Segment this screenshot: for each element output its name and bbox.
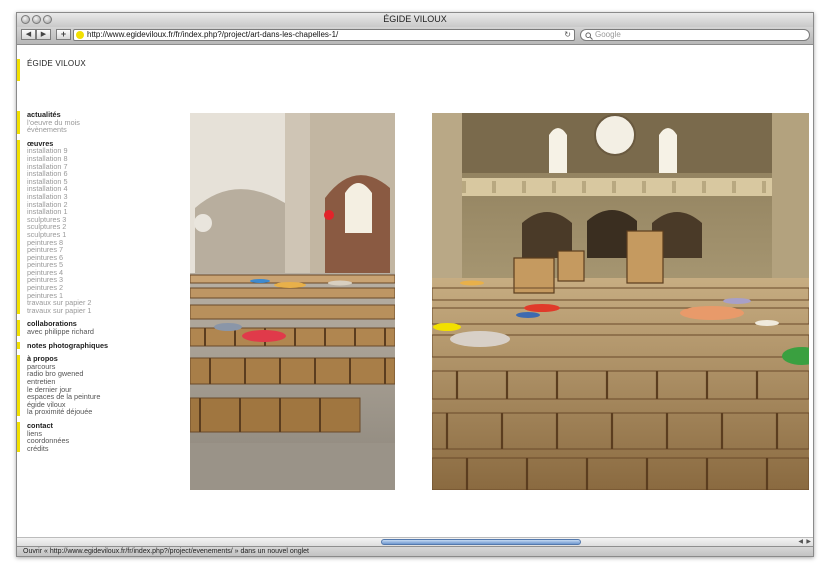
artwork-photo-wide-image xyxy=(432,113,809,490)
artwork-photo-side-image xyxy=(190,113,395,490)
nav-link[interactable]: travaux sur papier 1 xyxy=(27,307,177,315)
plus-icon: + xyxy=(60,29,67,39)
forward-button[interactable]: ▶ xyxy=(36,29,51,40)
address-url[interactable]: http://www.egideviloux.fr/fr/index.php?/… xyxy=(87,30,338,40)
scrollbar-thumb[interactable] xyxy=(381,539,581,545)
brand-accent-bar xyxy=(17,59,20,81)
nav-group: contact liens coordonnées crédits xyxy=(17,421,177,453)
nav-link[interactable]: évènements xyxy=(27,126,177,134)
nav-group: collaborations avec philippe richard xyxy=(17,320,177,336)
forward-arrow-icon: ▶ xyxy=(40,31,47,38)
window-title: ÉGIDE VILOUX xyxy=(383,14,447,24)
title-bar[interactable]: ÉGIDE VILOUX xyxy=(17,13,813,28)
artwork-photo-side[interactable] xyxy=(190,113,395,490)
status-text: Ouvrir « http://www.egideviloux.fr/fr/in… xyxy=(23,548,309,555)
scroll-right-icon[interactable]: ▶ xyxy=(806,538,811,545)
nav-group: à propos parcours radio bro gwened entretie… xyxy=(17,355,177,416)
nav-link[interactable]: avec philippe richard xyxy=(27,328,177,336)
artwork-photo-wide[interactable] xyxy=(432,113,809,490)
nav-accent-bar xyxy=(17,421,20,453)
nav-link[interactable]: crédits xyxy=(27,445,177,453)
nav-link[interactable]: coordonnées xyxy=(27,437,177,445)
reload-icon[interactable]: ↻ xyxy=(564,30,571,40)
nav-group: œuvres installation 9 installation 8 instal… xyxy=(17,140,177,315)
back-button[interactable]: ◀ xyxy=(21,29,36,40)
address-bar[interactable]: http://www.egideviloux.fr/fr/index.php?/… xyxy=(73,29,575,41)
nav-accent-bar xyxy=(17,355,20,416)
search-placeholder: Google xyxy=(595,30,621,39)
nav-accent-bar xyxy=(17,139,20,315)
search-field[interactable]: Google xyxy=(580,29,810,41)
back-arrow-icon: ◀ xyxy=(25,31,32,38)
site-title[interactable]: ÉGIDE VILOUX xyxy=(27,59,86,68)
page-content: ÉGIDE VILOUX actualités l'oeuvre du mois é… xyxy=(17,45,813,545)
sidebar-nav: actualités l'oeuvre du mois évènements œuvr… xyxy=(17,111,177,458)
add-bookmark-button[interactable]: + xyxy=(56,29,71,40)
nav-link[interactable]: la proximité déjouée xyxy=(27,408,177,416)
nav-section-heading[interactable]: notes photographiques xyxy=(27,342,177,350)
scroll-left-icon[interactable]: ◀ xyxy=(798,538,803,545)
nav-accent-bar xyxy=(17,320,20,336)
site-favicon-icon xyxy=(76,31,84,39)
nav-group: notes photographiques xyxy=(17,342,177,350)
nav-accent-bar xyxy=(17,341,20,350)
nav-section-heading[interactable]: contact xyxy=(27,422,177,430)
nav-group: actualités l'oeuvre du mois évènements xyxy=(17,111,177,134)
search-icon xyxy=(585,32,593,42)
nav-accent-bar xyxy=(17,111,20,134)
browser-window: ÉGIDE VILOUX ◀ ▶ + http://www.egidevilou… xyxy=(16,12,814,557)
status-bar: Ouvrir « http://www.egideviloux.fr/fr/in… xyxy=(17,546,813,556)
browser-toolbar: ◀ ▶ + http://www.egideviloux.fr/fr/index… xyxy=(17,27,813,45)
